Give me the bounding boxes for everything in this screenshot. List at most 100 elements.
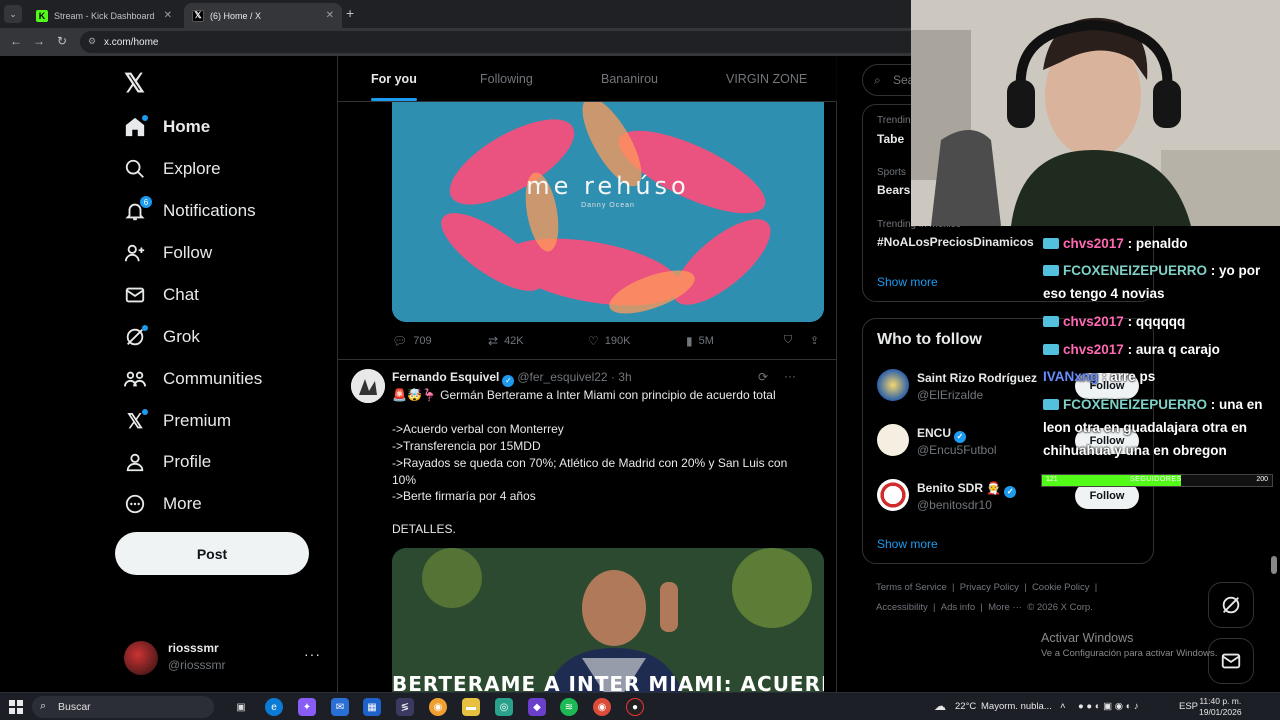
nav-explore[interactable]: Explore <box>124 152 221 186</box>
bell-icon: 6 <box>124 196 152 222</box>
trend-item[interactable]: Bears <box>877 183 910 197</box>
footer-link[interactable]: Privacy Policy <box>960 582 1019 593</box>
site-info-icon[interactable]: ⚙ <box>88 36 98 46</box>
avatar[interactable] <box>877 424 909 456</box>
nav-home[interactable]: Home <box>124 110 210 144</box>
search-icon <box>124 158 146 180</box>
tweet-media-image[interactable]: BERTERAME A INTER MIAMI: ACUERDO <box>392 548 824 692</box>
nav-label: Communities <box>163 369 263 388</box>
author-handle[interactable]: @fer_esquivel22 <box>517 370 607 384</box>
post-button[interactable]: Post <box>115 532 309 575</box>
like-button[interactable]: ♡ 190K <box>588 334 630 348</box>
browser-app-icon[interactable]: ◉ <box>429 698 447 716</box>
messages-float-button[interactable] <box>1208 638 1254 684</box>
nav-more[interactable]: More <box>124 487 202 521</box>
edge-icon[interactable]: e <box>265 698 283 716</box>
tab-x-home[interactable]: 𝕏 (6) Home / X ✕ <box>184 3 342 28</box>
chat-message: chvs2017 : penaldo <box>1043 232 1279 255</box>
media-title: me rehúso <box>526 172 690 200</box>
tab-following[interactable]: Following <box>480 72 533 86</box>
clock[interactable]: 11:40 p. m. 19/01/2026 <box>1199 696 1242 718</box>
author-name[interactable]: Fernando Esquivel <box>392 370 499 384</box>
grok-icon[interactable]: ⟳ <box>758 370 768 384</box>
obs-icon[interactable]: ● <box>626 698 644 716</box>
back-icon[interactable]: ← <box>10 34 22 48</box>
copilot-icon[interactable]: ✦ <box>298 698 316 716</box>
suggestion-name[interactable]: ENCU ✓ <box>917 426 969 443</box>
trend-item[interactable]: Tabe <box>877 132 904 146</box>
close-tab-icon[interactable]: ✕ <box>164 10 172 21</box>
store-icon[interactable]: ▦ <box>363 698 381 716</box>
x-logo-icon[interactable]: 𝕏 <box>124 68 145 99</box>
scrollbar-thumb[interactable] <box>1271 556 1277 574</box>
new-tab-button[interactable]: + <box>346 5 354 21</box>
mail-app-icon[interactable]: ✉ <box>331 698 349 716</box>
nav-grok[interactable]: Grok <box>124 320 200 354</box>
url-input[interactable]: ⚙ x.com/home <box>80 31 920 53</box>
chat-text: : aura q carajo <box>1127 342 1220 357</box>
reload-icon[interactable]: ↻ <box>57 34 67 48</box>
show-more-link[interactable]: Show more <box>877 537 938 551</box>
tab-search-dropdown[interactable]: ⌄ <box>4 5 22 23</box>
footer-link[interactable]: Ads info <box>941 602 975 613</box>
taskbar-search-input[interactable]: ⌕ Buscar <box>32 696 214 718</box>
forward-icon[interactable]: → <box>33 34 45 48</box>
views-button[interactable]: ▮ 5M <box>686 334 714 348</box>
nav-profile[interactable]: Profile <box>124 445 211 479</box>
close-tab-icon[interactable]: ✕ <box>326 10 334 21</box>
avatar[interactable] <box>877 369 909 401</box>
tab-virgin-zone[interactable]: VIRGIN ZONE <box>726 72 807 86</box>
footer-link[interactable]: Accessibility <box>876 602 928 613</box>
windows-taskbar: ⌕ Buscar ▣ e ✦ ✉ ▦ ≶ ◉ ▬ ◎ ◆ ≋ ◉ ● ☁ 22°… <box>0 692 1280 720</box>
repost-button[interactable]: ⇄ 42K <box>488 334 524 348</box>
suggestion-name[interactable]: Benito SDR 🧑‍🎄 ✓ <box>917 481 1019 498</box>
suggestion-handle: @Encu5Futbol <box>917 443 997 457</box>
avatar[interactable] <box>877 479 909 511</box>
footer-link[interactable]: More ··· <box>988 602 1022 613</box>
account-handle: @riosssmr <box>168 658 226 672</box>
weather-temp[interactable]: 22°C <box>955 701 976 712</box>
tab-bananirou[interactable]: Bananirou <box>601 72 658 86</box>
nav-premium[interactable]: 𝕏 Premium <box>124 404 231 438</box>
suggestion-name[interactable]: Saint Rizo Rodríguez <box>917 371 1037 385</box>
tab-kick-dashboard[interactable]: K Stream - Kick Dashboard ✕ <box>28 3 180 28</box>
tweet-media-image[interactable]: me rehúso Danny Ocean <box>392 102 824 322</box>
tray-icons[interactable]: ● ● ◐ ▣ ◉ ◐ ♪ <box>1078 701 1139 712</box>
windows-start-icon[interactable] <box>9 700 23 714</box>
footer-link[interactable]: Cookie Policy <box>1032 582 1090 593</box>
tweet-time[interactable]: · 3h <box>611 370 632 384</box>
nav-follow[interactable]: Follow <box>124 236 212 270</box>
task-view-icon[interactable]: ▣ <box>232 698 250 716</box>
more-dots-icon[interactable]: ··· <box>784 369 796 383</box>
goal-current: 121 <box>1046 476 1058 483</box>
app-icon[interactable]: ◆ <box>528 698 546 716</box>
bookmark-icon[interactable]: ⛉ <box>784 334 792 347</box>
vscode-icon[interactable]: ≶ <box>396 698 414 716</box>
tab-for-you[interactable]: For you <box>371 72 417 86</box>
webcam-overlay <box>911 0 1280 226</box>
reply-button[interactable]: 💬︎ 709 <box>392 334 432 348</box>
nav-communities[interactable]: Communities <box>124 362 262 396</box>
nav-notifications[interactable]: 6 Notifications <box>124 194 256 228</box>
footer-link[interactable]: Terms of Service <box>876 582 947 593</box>
nav-label: Home <box>163 117 211 136</box>
tray-chevron-icon[interactable]: ˄ <box>1060 701 1066 712</box>
avatar[interactable] <box>351 369 385 403</box>
share-icon[interactable]: ⇪ <box>810 334 819 347</box>
account-name[interactable]: riosssmr <box>168 641 219 655</box>
weather-text[interactable]: Mayorm. nubla... <box>981 701 1052 712</box>
chrome-icon[interactable]: ◉ <box>593 698 611 716</box>
show-more-link[interactable]: Show more <box>877 275 938 289</box>
grok-float-button[interactable] <box>1208 582 1254 628</box>
nav-chat[interactable]: Chat <box>124 278 199 312</box>
spotify-icon[interactable]: ≋ <box>560 698 578 716</box>
file-explorer-icon[interactable]: ▬ <box>462 698 480 716</box>
more-dots-icon[interactable]: ··· <box>304 646 321 662</box>
footer-links: Accessibility | Ads info | More ··· © 20… <box>876 602 1093 613</box>
language-indicator[interactable]: ESP <box>1179 701 1198 712</box>
stream-chat-overlay: chvs2017 : penaldo FCOXENEIZEPUERRO : yo… <box>1040 232 1280 492</box>
footer-links: Terms of Service | Privacy Policy | Cook… <box>876 582 1097 593</box>
trend-item[interactable]: #NoALosPreciosDinamicos <box>877 235 1034 249</box>
app-icon[interactable]: ◎ <box>495 698 513 716</box>
avatar[interactable] <box>124 641 158 675</box>
